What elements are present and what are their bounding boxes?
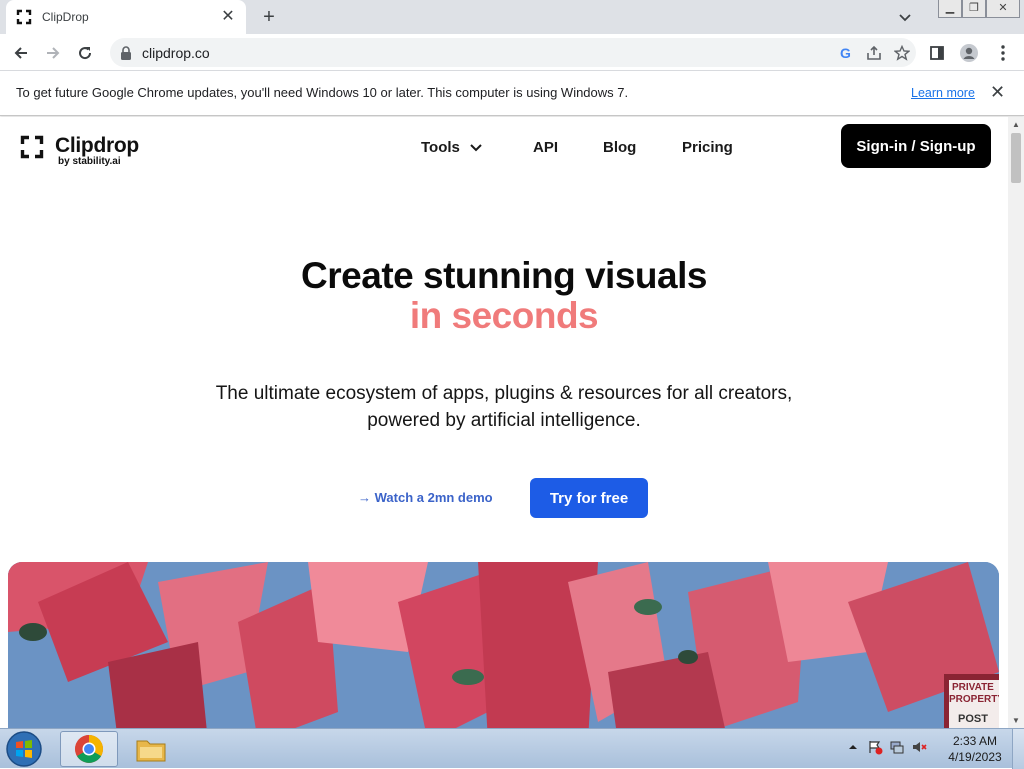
google-lens-icon[interactable]: G (832, 41, 860, 65)
browser-toolbar: clipdrop.co G (0, 34, 1024, 71)
scroll-thumb[interactable] (1011, 133, 1021, 183)
clock-time: 2:33 AM (952, 734, 998, 748)
close-window-button[interactable]: ✕ (986, 0, 1020, 18)
hero-subtitle-line1: The ultimate ecosystem of apps, plugins … (215, 383, 793, 404)
taskbar-file-explorer[interactable] (122, 731, 180, 767)
back-button[interactable] (8, 40, 34, 66)
watch-demo-link[interactable]: → Watch a 2mn demo (358, 490, 493, 505)
folder-icon (136, 740, 166, 762)
chrome-icon (75, 735, 103, 763)
network-icon[interactable] (889, 739, 905, 755)
nav-tools[interactable]: Tools (421, 139, 533, 156)
nav-api[interactable]: API (533, 139, 603, 156)
svg-text:G: G (840, 45, 851, 61)
lock-icon (121, 45, 131, 60)
forward-button[interactable] (40, 40, 66, 66)
taskbar-clock[interactable]: 2:33 AM 4/19/2023 (940, 733, 1010, 765)
nav-pricing[interactable]: Pricing (682, 139, 733, 156)
update-infobar: To get future Google Chrome updates, you… (0, 71, 1024, 116)
page-scrollbar[interactable]: ▲ ▼ (1008, 117, 1024, 728)
new-tab-button[interactable]: + (258, 6, 280, 28)
signin-button[interactable]: Sign-in / Sign-up (841, 124, 991, 168)
url-text: clipdrop.co (142, 44, 210, 61)
scroll-up-arrow-icon[interactable]: ▲ (1012, 120, 1020, 129)
logo-byline: by stability.ai (58, 156, 121, 167)
tray-expand-icon[interactable] (845, 739, 861, 755)
window-controls: ▁ ❐ ✕ (938, 0, 1020, 18)
volume-muted-icon[interactable] (911, 739, 927, 755)
profile-avatar-icon[interactable] (956, 40, 982, 66)
nav-blog[interactable]: Blog (603, 139, 682, 156)
share-icon[interactable] (860, 41, 888, 65)
restore-button[interactable]: ❐ (962, 0, 986, 18)
clipdrop-favicon-icon (16, 9, 32, 25)
sign-text-property: PROPERTY (949, 694, 999, 705)
webpage: Clipdrop by stability.ai Tools API Blog … (0, 117, 1008, 728)
abstract-cubes-artwork: PRIVATE PROPERTY POST (8, 562, 999, 728)
action-center-flag-icon[interactable] (867, 739, 883, 755)
main-nav: Tools API Blog Pricing (421, 139, 733, 156)
sign-text-private: PRIVATE (952, 682, 994, 693)
tab-title: ClipDrop (42, 10, 89, 24)
clock-date: 4/19/2023 (948, 750, 1002, 764)
scroll-down-arrow-icon[interactable]: ▼ (1012, 716, 1020, 725)
sign-text-post: POST (958, 713, 988, 725)
tab-strip: ClipDrop ✕ + ▁ ❐ ✕ (0, 0, 1024, 34)
system-tray (845, 739, 927, 755)
hero-subtitle-line2: powered by artificial intelligence. (367, 410, 641, 431)
windows-start-button[interactable] (4, 730, 44, 768)
show-desktop-button[interactable] (1012, 729, 1024, 769)
hero-heading-line1: Create stunning visuals (301, 255, 707, 296)
tab-close-icon[interactable]: ✕ (220, 9, 236, 25)
clipdrop-logo-icon (20, 135, 44, 159)
minimize-button[interactable]: ▁ (938, 0, 962, 18)
taskbar-chrome[interactable] (60, 731, 118, 767)
bookmark-star-icon[interactable] (888, 41, 916, 65)
chevron-down-icon (470, 143, 482, 151)
hero-heading-line2: in seconds (409, 295, 599, 336)
tab-search-icon[interactable] (896, 8, 914, 26)
infobar-message: To get future Google Chrome updates, you… (16, 85, 629, 100)
tab-clipdrop[interactable]: ClipDrop ✕ (6, 0, 246, 34)
arrow-right-icon (47, 47, 60, 59)
infobar-close-icon[interactable]: ✕ (990, 82, 1005, 103)
hero-image: PRIVATE PROPERTY POST (8, 562, 999, 728)
address-bar[interactable]: clipdrop.co G (110, 38, 916, 67)
nav-blog-label: Blog (603, 139, 637, 156)
reload-button[interactable] (72, 40, 98, 66)
hero-subtitle: The ultimate ecosystem of apps, plugins … (0, 380, 1008, 434)
try-for-free-button[interactable]: Try for free (530, 478, 648, 518)
side-panel-icon[interactable] (924, 40, 950, 66)
nav-pricing-label: Pricing (682, 139, 733, 156)
chrome-menu-icon[interactable] (990, 40, 1016, 66)
windows-taskbar: 2:33 AM 4/19/2023 (0, 728, 1024, 769)
arrow-left-icon (14, 47, 27, 59)
nav-tools-label: Tools (421, 139, 460, 156)
reload-icon (79, 47, 92, 60)
nav-api-label: API (533, 139, 559, 156)
learn-more-link[interactable]: Learn more (911, 86, 975, 100)
